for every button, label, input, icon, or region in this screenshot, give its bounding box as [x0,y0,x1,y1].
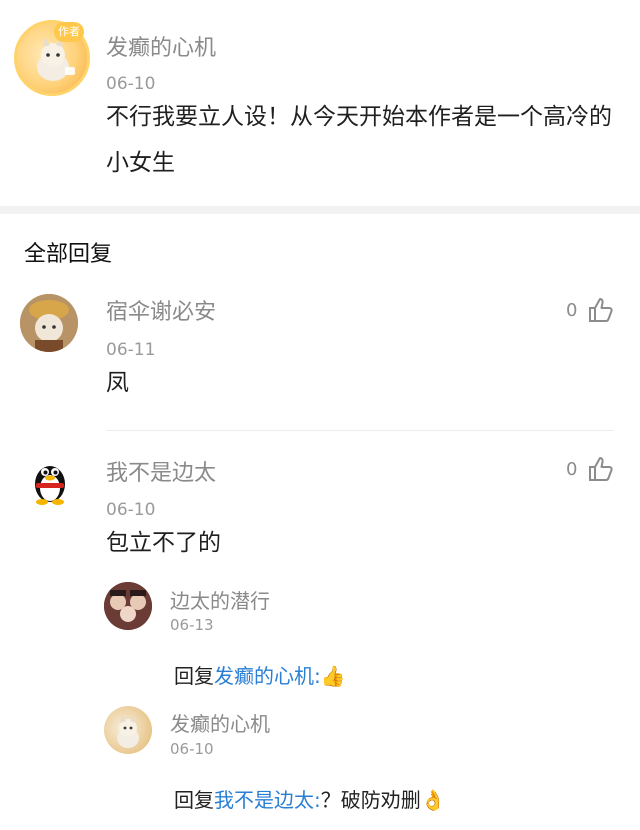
comment-content: 凤 [106,370,129,396]
reply-colon: : [314,664,321,688]
comment-author-name[interactable]: 我不是边太 [106,455,216,487]
reply-author-name[interactable]: 边太的潜行 [170,585,270,614]
like-button[interactable]: 0 [566,296,615,324]
post-content: 不行我要立人设！从今天开始本作者是一个高冷的小女生 [106,104,612,176]
comment-date: 06-10 [106,500,156,520]
reply-prefix: 回复 [174,664,214,688]
comment-author-name[interactable]: 宿伞谢必安 [106,294,216,326]
reply-author-name[interactable]: 发癫的心机 [170,708,270,737]
section-divider [0,206,640,214]
like-button[interactable]: 0 [566,455,615,483]
post-date: 06-10 [106,74,156,94]
group-photo-icon [104,582,152,630]
comment-date: 06-11 [106,340,156,360]
reply-content: 回复发癫的心机:👍 [174,660,346,689]
like-count: 0 [566,458,578,480]
thumbs-up-icon [589,298,614,322]
cat-hat-icon [20,294,78,352]
reply-mention-link[interactable]: 我不是边太 [214,788,314,812]
reply-date: 06-10 [170,740,214,758]
reply-prefix: 回复 [174,788,214,812]
all-replies-title: 全部回复 [24,242,113,267]
penguin-icon [35,466,65,505]
post-author-name[interactable]: 发癫的心机 [106,30,216,62]
comment-content: 包立不了的 [106,530,221,556]
reply-date: 06-13 [170,616,214,634]
reply-colon: : [314,788,321,812]
author-badge: 作者 [54,22,84,42]
commenter-avatar[interactable] [24,454,76,506]
reply-text: 👍 [320,664,346,688]
like-count: 0 [566,299,578,321]
cat-face-icon [117,715,139,748]
comment-divider [106,430,614,431]
reply-text: ？破防劝删👌 [320,788,446,812]
reply-avatar[interactable] [104,706,152,754]
reply-avatar[interactable] [104,582,152,630]
thumbs-up-icon [589,457,614,481]
reply-mention-link[interactable]: 发癫的心机 [214,664,314,688]
commenter-avatar[interactable] [20,294,78,352]
reply-content: 回复我不是边太:？破防劝删👌 [174,784,446,813]
